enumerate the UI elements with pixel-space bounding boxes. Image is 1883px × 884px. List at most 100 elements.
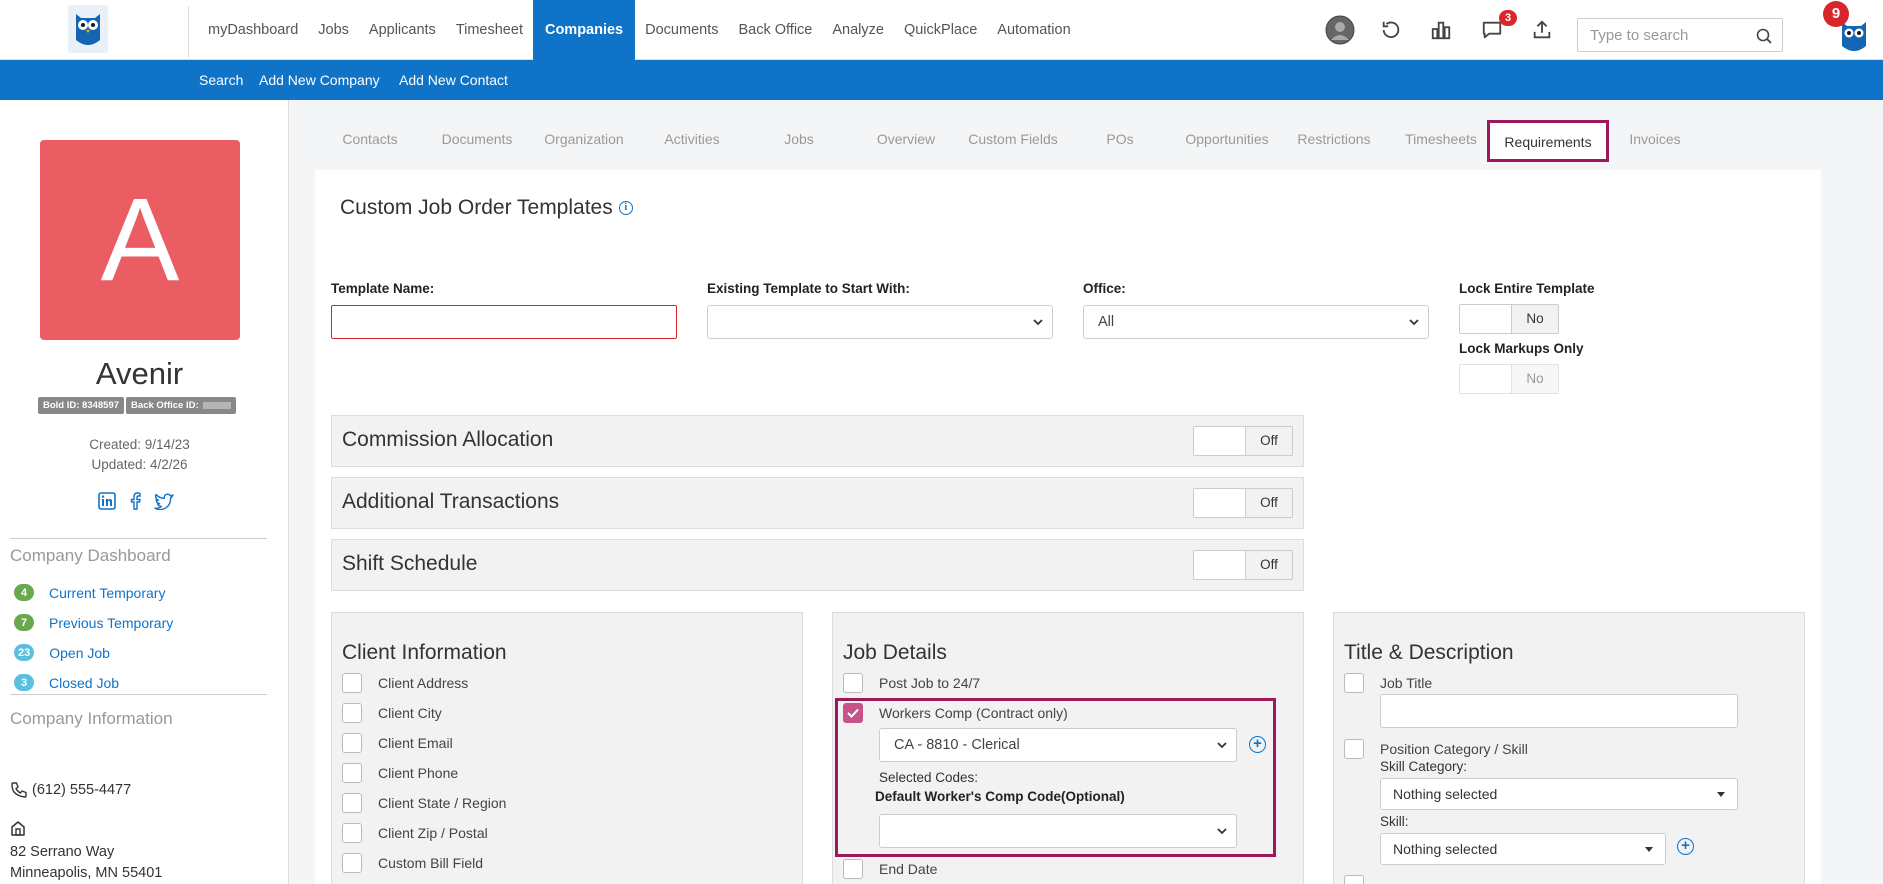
tab-pos[interactable]: POs: [1066, 120, 1174, 162]
end-date-label: End Date: [879, 861, 938, 877]
nav-item-companies[interactable]: Companies: [532, 0, 636, 60]
custom-bill-field-checkbox[interactable]: [342, 853, 362, 873]
tab-documents[interactable]: Documents: [423, 120, 531, 162]
created-date: Created: 9/14/23: [89, 437, 190, 452]
job-title-label: Job Title: [1380, 675, 1433, 691]
template-name-input[interactable]: [332, 306, 676, 338]
lock-markups-only-toggle[interactable]: No: [1459, 364, 1559, 394]
client-phone-checkbox[interactable]: [342, 763, 362, 783]
commission-allocation-section[interactable]: Commission Allocation Off: [331, 415, 1304, 467]
nav-item-mydashboard[interactable]: myDashboard: [198, 0, 308, 60]
office-select[interactable]: All: [1083, 305, 1429, 339]
linkedin-icon[interactable]: [98, 492, 116, 510]
tab-restrictions[interactable]: Restrictions: [1280, 120, 1388, 162]
app-logo[interactable]: [68, 5, 108, 53]
selected-codes-label: Selected Codes:: [879, 770, 979, 785]
twitter-icon[interactable]: [154, 492, 174, 510]
sidebar-divider: [10, 538, 267, 539]
shift-schedule-section[interactable]: Shift Schedule Off: [331, 539, 1304, 591]
existing-template-label: Existing Template to Start With:: [707, 281, 910, 296]
main-menu: myDashboard Jobs Applicants Timesheet Compan…: [198, 0, 1081, 60]
company-dates: Created: 9/14/23 Updated: 4/2/26: [0, 435, 279, 475]
client-email-label: Client Email: [378, 735, 453, 751]
position-category-checkbox[interactable]: [1344, 739, 1364, 759]
page-title: Custom Job Order Templates i: [340, 196, 633, 220]
add-new-contact-link[interactable]: Add New Contact: [399, 60, 508, 100]
template-name-field: [331, 305, 677, 339]
tab-requirements[interactable]: Requirements: [1487, 120, 1609, 162]
post-job-247-checkbox[interactable]: [843, 673, 863, 693]
dashboard-item-current-temporary[interactable]: 4 Current Temporary: [14, 584, 165, 601]
additional-transactions-toggle[interactable]: Off: [1193, 488, 1293, 518]
tab-timesheets[interactable]: Timesheets: [1387, 120, 1495, 162]
history-button[interactable]: [1376, 15, 1406, 45]
job-description-checkbox[interactable]: [1344, 875, 1364, 884]
global-search-input[interactable]: [1578, 19, 1738, 51]
client-phone-option: Client Phone: [342, 763, 458, 783]
messages-count-badge: 3: [1499, 10, 1517, 26]
chevron-down-icon: [1217, 828, 1227, 835]
tab-jobs[interactable]: Jobs: [745, 120, 853, 162]
facebook-icon[interactable]: [128, 492, 142, 510]
history-icon: [1382, 21, 1400, 39]
tab-overview[interactable]: Overview: [852, 120, 960, 162]
dashboard-item-closed-job[interactable]: 3 Closed Job: [14, 674, 119, 691]
job-title-input[interactable]: [1381, 695, 1737, 727]
client-state-region-checkbox[interactable]: [342, 793, 362, 813]
client-email-checkbox[interactable]: [342, 733, 362, 753]
nav-item-automation[interactable]: Automation: [987, 0, 1080, 60]
add-workers-comp-code-button[interactable]: +: [1249, 736, 1266, 753]
tab-organization[interactable]: Organization: [530, 120, 638, 162]
workers-comp-checkbox[interactable]: [843, 703, 863, 723]
add-skill-button[interactable]: +: [1677, 838, 1694, 855]
reports-button[interactable]: [1426, 15, 1456, 45]
nav-item-analyze[interactable]: Analyze: [822, 0, 894, 60]
tab-activities[interactable]: Activities: [638, 120, 746, 162]
nav-item-quickplace[interactable]: QuickPlace: [894, 0, 987, 60]
lock-entire-template-toggle[interactable]: No: [1459, 304, 1559, 334]
tab-contacts[interactable]: Contacts: [316, 120, 424, 162]
dashboard-item-previous-temporary[interactable]: 7 Previous Temporary: [14, 614, 173, 631]
dashboard-count-badge: 23: [14, 644, 35, 661]
client-information-panel: Client Information Client Address Client …: [331, 612, 803, 884]
toggle-knob: [1194, 489, 1246, 517]
user-avatar[interactable]: [1325, 15, 1355, 45]
client-zip-postal-checkbox[interactable]: [342, 823, 362, 843]
client-address-checkbox[interactable]: [342, 673, 362, 693]
back-office-id-label: Back Office ID:: [131, 400, 199, 411]
add-new-company-link[interactable]: Add New Company: [259, 60, 380, 100]
company-information-title: Company Information: [10, 709, 173, 728]
nav-item-applicants[interactable]: Applicants: [359, 0, 446, 60]
upload-button[interactable]: [1527, 15, 1557, 45]
job-title-checkbox[interactable]: [1344, 673, 1364, 693]
nav-item-back-office[interactable]: Back Office: [728, 0, 822, 60]
dashboard-item-open-job[interactable]: 23 Open Job: [14, 644, 110, 661]
subnav-search-link[interactable]: Search: [199, 60, 243, 100]
client-city-checkbox[interactable]: [342, 703, 362, 723]
owl-logo-icon: [76, 14, 100, 45]
additional-transactions-section[interactable]: Additional Transactions Off: [331, 477, 1304, 529]
skill-category-dropdown[interactable]: Nothing selected: [1380, 778, 1738, 810]
tab-custom-fields[interactable]: Custom Fields: [959, 120, 1067, 162]
search-icon[interactable]: [1756, 28, 1772, 44]
info-icon[interactable]: i: [618, 201, 633, 216]
workers-comp-code-select[interactable]: CA - 8810 - Clerical: [879, 728, 1237, 762]
caret-down-icon: [1717, 792, 1725, 797]
company-sidebar: A Avenir Bold ID: 8348597 Back Office ID…: [0, 100, 289, 884]
nav-item-documents[interactable]: Documents: [635, 0, 728, 60]
shift-schedule-toggle[interactable]: Off: [1193, 550, 1293, 580]
notifications-count-badge: 9: [1823, 1, 1849, 27]
end-date-checkbox[interactable]: [843, 859, 863, 879]
existing-template-select[interactable]: [707, 305, 1053, 339]
additional-transactions-title: Additional Transactions: [342, 490, 560, 513]
tab-opportunities[interactable]: Opportunities: [1173, 120, 1281, 162]
commission-allocation-toggle[interactable]: Off: [1193, 426, 1293, 456]
nav-item-timesheet[interactable]: Timesheet: [446, 0, 533, 60]
default-workers-comp-code-label: Default Worker's Comp Code(Optional): [875, 789, 1125, 804]
skill-dropdown[interactable]: Nothing selected: [1380, 833, 1666, 865]
tab-invoices[interactable]: Invoices: [1601, 120, 1709, 162]
nav-item-jobs[interactable]: Jobs: [308, 0, 359, 60]
default-workers-comp-code-select[interactable]: [879, 814, 1237, 848]
client-state-region-option: Client State / Region: [342, 793, 506, 813]
shift-schedule-state: Off: [1260, 557, 1278, 572]
